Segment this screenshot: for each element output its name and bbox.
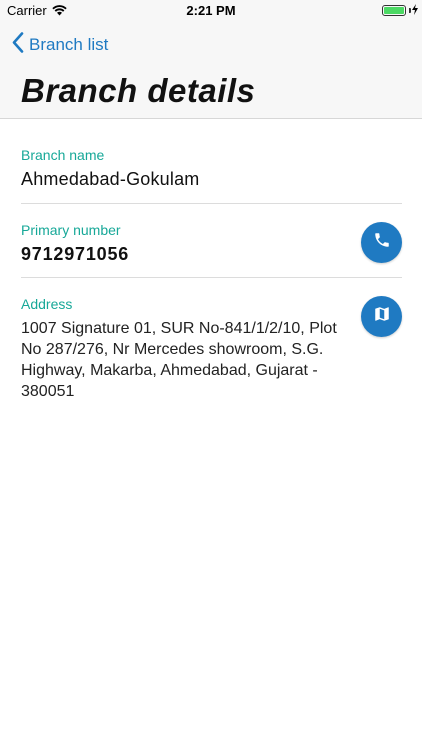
battery-cap <box>409 8 411 13</box>
status-time: 2:21 PM <box>186 3 236 18</box>
call-button[interactable] <box>361 222 402 263</box>
divider <box>21 203 402 204</box>
phone-icon <box>373 231 391 254</box>
map-icon <box>373 305 391 328</box>
address-section: Address 1007 Signature 01, SUR No-841/1/… <box>21 296 402 402</box>
primary-number-label: Primary number <box>21 222 121 238</box>
status-bar: Carrier 2:21 PM <box>0 0 422 22</box>
back-button[interactable]: Branch list <box>12 32 108 58</box>
divider <box>21 277 402 278</box>
branch-name-section: Branch name Ahmedabad-Gokulam <box>21 147 402 190</box>
top-bar: Carrier 2:21 PM Branch list Branch detai… <box>0 0 422 119</box>
branch-name-label: Branch name <box>21 147 105 163</box>
address-value: 1007 Signature 01, SUR No-841/1/2/10, Pl… <box>21 320 337 400</box>
map-button[interactable] <box>361 296 402 337</box>
chevron-left-icon <box>12 32 24 58</box>
battery-level <box>384 7 404 14</box>
back-label: Branch list <box>29 35 109 54</box>
primary-number-section: Primary number 9712971056 <box>21 222 402 265</box>
battery-icon <box>382 5 406 16</box>
address-label: Address <box>21 296 73 312</box>
page-title: Branch details <box>21 72 256 109</box>
charging-icon <box>412 4 418 18</box>
primary-number-value: 9712971056 <box>21 244 130 264</box>
branch-name-value: Ahmedabad-Gokulam <box>21 169 200 189</box>
